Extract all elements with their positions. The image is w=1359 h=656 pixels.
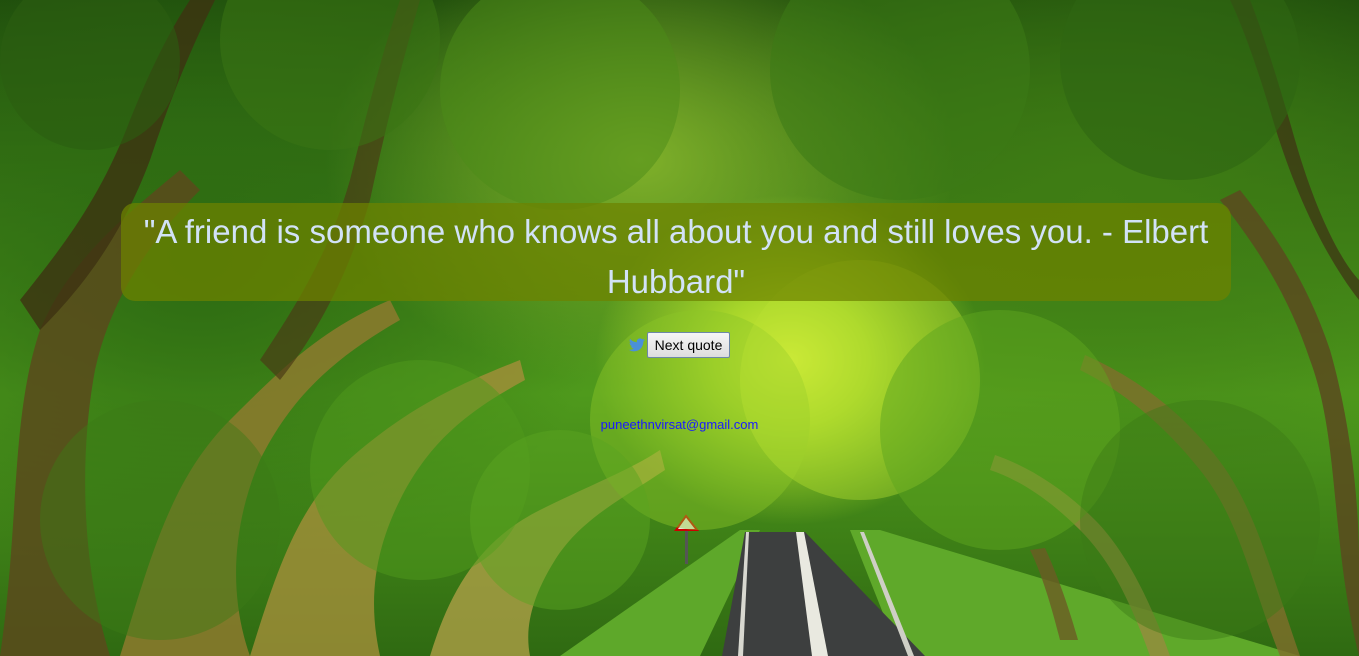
background-illustration — [0, 0, 1359, 656]
email-link[interactable]: puneethnvirsat@gmail.com — [0, 417, 1359, 432]
twitter-bird-icon-svg — [628, 338, 645, 352]
quote-text: "A friend is someone who knows all about… — [143, 213, 1209, 300]
twitter-bird-icon[interactable] — [628, 338, 645, 352]
next-quote-button[interactable]: Next quote — [646, 332, 731, 358]
forest-road-background — [0, 0, 1359, 656]
quote-box: "A friend is someone who knows all about… — [121, 203, 1231, 301]
quote-controls: Next quote — [0, 332, 1359, 358]
